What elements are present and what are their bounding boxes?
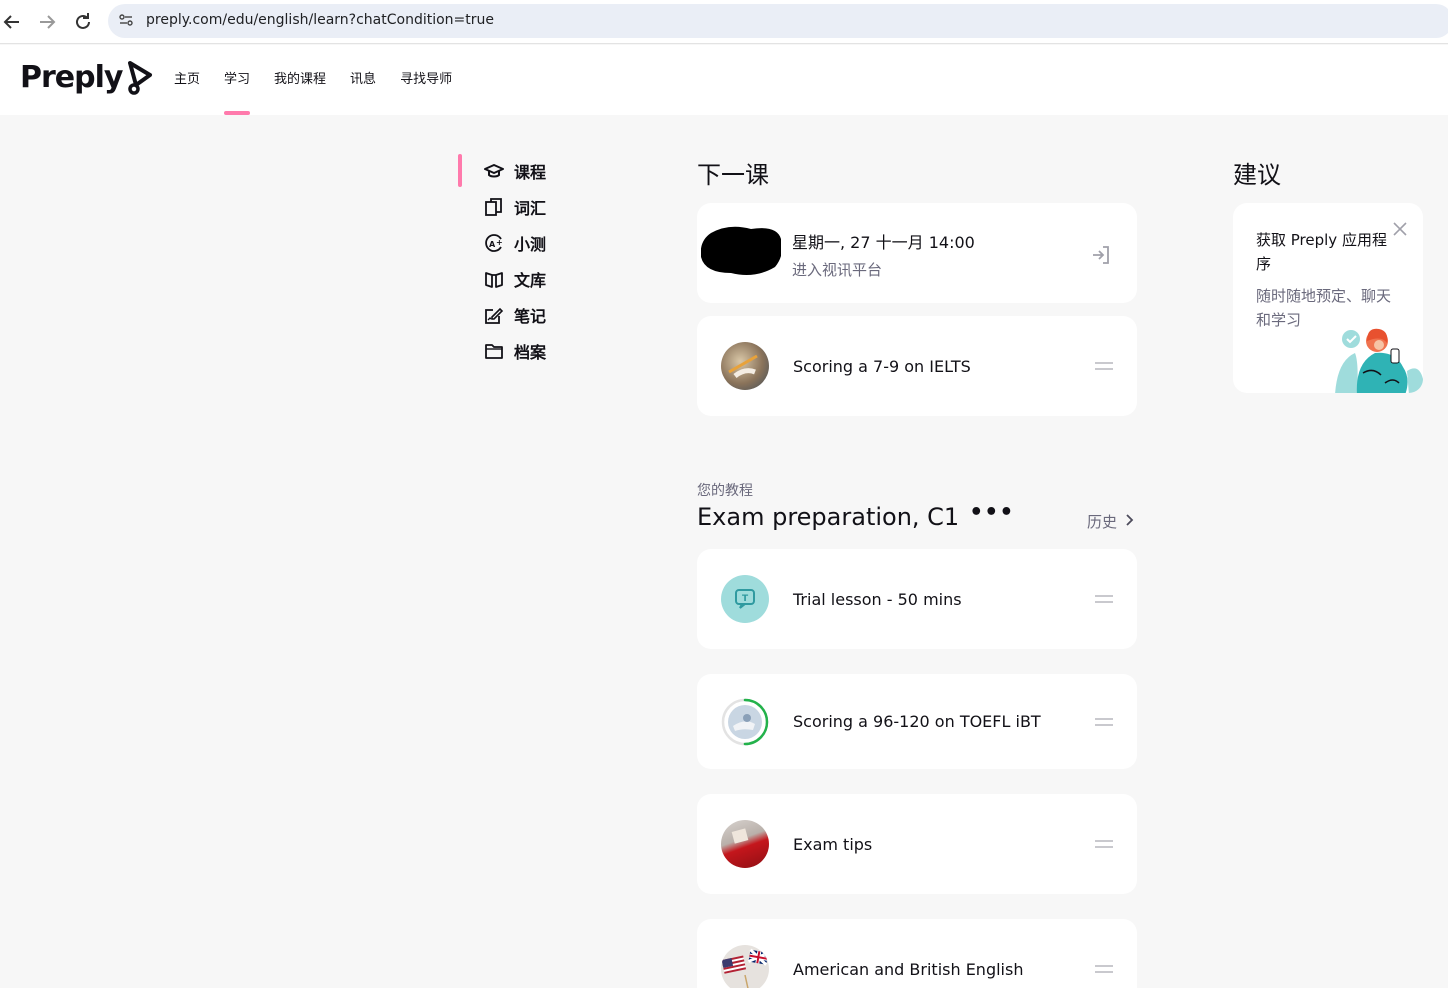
course-item-card[interactable]: T Trial lesson - 50 mins: [697, 549, 1137, 649]
sidebar-item-label: 课程: [514, 163, 547, 182]
drag-handle-icon[interactable]: [1095, 965, 1113, 973]
top-nav: 主页 学习 我的课程 讯息 寻找导师: [174, 45, 476, 115]
sidebar-item-label: 文库: [514, 271, 547, 290]
forward-arrow-icon[interactable]: [35, 10, 59, 34]
graduation-cap-icon: [484, 161, 504, 181]
sidebar-item-library[interactable]: 文库: [458, 261, 618, 297]
sidebar-item-label: 词汇: [514, 199, 547, 218]
next-lesson-card[interactable]: 星期一, 27 十一月 14:00 进入视讯平台: [697, 203, 1137, 303]
course-item-card[interactable]: Scoring a 96-120 on TOEFL iBT: [697, 674, 1137, 769]
notes-icon: [484, 305, 504, 325]
drag-handle-icon[interactable]: [1095, 362, 1113, 370]
sidebar-item-quiz[interactable]: A + 小测: [458, 225, 618, 261]
site-settings-icon[interactable]: [118, 12, 134, 28]
sidebar-item-label: 笔记: [514, 307, 547, 326]
toefl-thumbnail-with-progress: [721, 698, 769, 746]
back-arrow-icon[interactable]: [0, 10, 24, 34]
course-item-title: Trial lesson - 50 mins: [793, 589, 962, 609]
reload-icon[interactable]: [71, 10, 95, 34]
course-item-title: American and British English: [793, 959, 1024, 979]
next-lesson-heading: 下一课: [697, 161, 769, 189]
svg-text:A: A: [489, 240, 496, 249]
course-label: 您的教程: [697, 483, 753, 499]
cards-icon: [484, 197, 504, 217]
sidebar-item-notes[interactable]: 笔记: [458, 297, 618, 333]
close-icon[interactable]: [1390, 220, 1410, 240]
chevron-right-icon: [1125, 512, 1135, 531]
nav-home[interactable]: 主页: [174, 45, 200, 115]
app-promo-title: 获取 Preply 应用程序: [1256, 231, 1387, 273]
history-link[interactable]: 历史: [1087, 511, 1135, 532]
course-title: Exam preparation, C1: [697, 503, 960, 531]
sidebar-item-label: 小测: [514, 235, 547, 254]
preply-mark-icon: [128, 61, 153, 95]
folder-icon: [484, 341, 504, 361]
history-label: 历史: [1087, 513, 1118, 531]
tutor-avatar-redacted: [700, 225, 783, 275]
course-item-title: Exam tips: [793, 834, 873, 854]
svg-text:+: +: [496, 238, 503, 247]
address-bar[interactable]: preply.com/edu/english/learn?chatConditi…: [108, 4, 1448, 38]
book-icon: [484, 269, 504, 289]
nav-messages[interactable]: 讯息: [350, 45, 376, 115]
nav-learn[interactable]: 学习: [224, 45, 251, 115]
drag-handle-icon[interactable]: [1095, 717, 1113, 726]
course-item-card[interactable]: Exam tips: [697, 794, 1137, 894]
lesson-material-card[interactable]: Scoring a 7-9 on IELTS: [697, 316, 1137, 416]
learn-sidebar: 课程 词汇 A + 小测 文库 笔记 档案: [458, 153, 618, 369]
lesson-material-title: Scoring a 7-9 on IELTS: [793, 356, 971, 376]
app-header: Preply 主页 学习 我的课程 讯息 寻找导师: [0, 45, 1448, 115]
url-text: preply.com/edu/english/learn?chatConditi…: [146, 12, 495, 28]
nav-my-lessons[interactable]: 我的课程: [274, 45, 326, 115]
sidebar-item-archive[interactable]: 档案: [458, 333, 618, 369]
svg-text:T: T: [742, 594, 749, 604]
sidebar-item-label: 档案: [514, 343, 547, 362]
suggestions-heading: 建议: [1233, 161, 1281, 189]
quiz-icon: A +: [484, 233, 504, 253]
join-video-platform-link[interactable]: 进入视讯平台: [792, 259, 1072, 280]
exam-tips-thumbnail: [721, 820, 769, 868]
course-title-row: Exam preparation, C1 •••: [697, 502, 1014, 532]
drag-handle-icon[interactable]: [1095, 595, 1113, 603]
sidebar-item-vocabulary[interactable]: 词汇: [458, 189, 618, 225]
trial-lesson-icon: T: [721, 575, 769, 623]
app-promo-illustration: [1333, 323, 1423, 393]
drag-handle-icon[interactable]: [1095, 840, 1113, 848]
more-options-icon[interactable]: •••: [969, 502, 1014, 524]
course-item-card[interactable]: American and British English: [697, 919, 1137, 988]
nav-find-tutor[interactable]: 寻找导师: [400, 45, 452, 115]
browser-toolbar: preply.com/edu/english/learn?chatConditi…: [0, 0, 1448, 44]
lesson-datetime: 星期一, 27 十一月 14:00: [792, 233, 975, 252]
ielts-thumbnail: [721, 342, 769, 390]
course-item-title: Scoring a 96-120 on TOEFL iBT: [793, 712, 1041, 731]
enter-icon[interactable]: [1090, 244, 1112, 266]
preply-logo[interactable]: Preply: [20, 57, 154, 97]
logo-text: Preply: [20, 59, 123, 95]
sidebar-item-lessons[interactable]: 课程: [458, 153, 618, 189]
app-promo-card[interactable]: 获取 Preply 应用程序 随时随地预定、聊天和学习: [1233, 203, 1423, 393]
flags-thumbnail: [721, 945, 769, 988]
